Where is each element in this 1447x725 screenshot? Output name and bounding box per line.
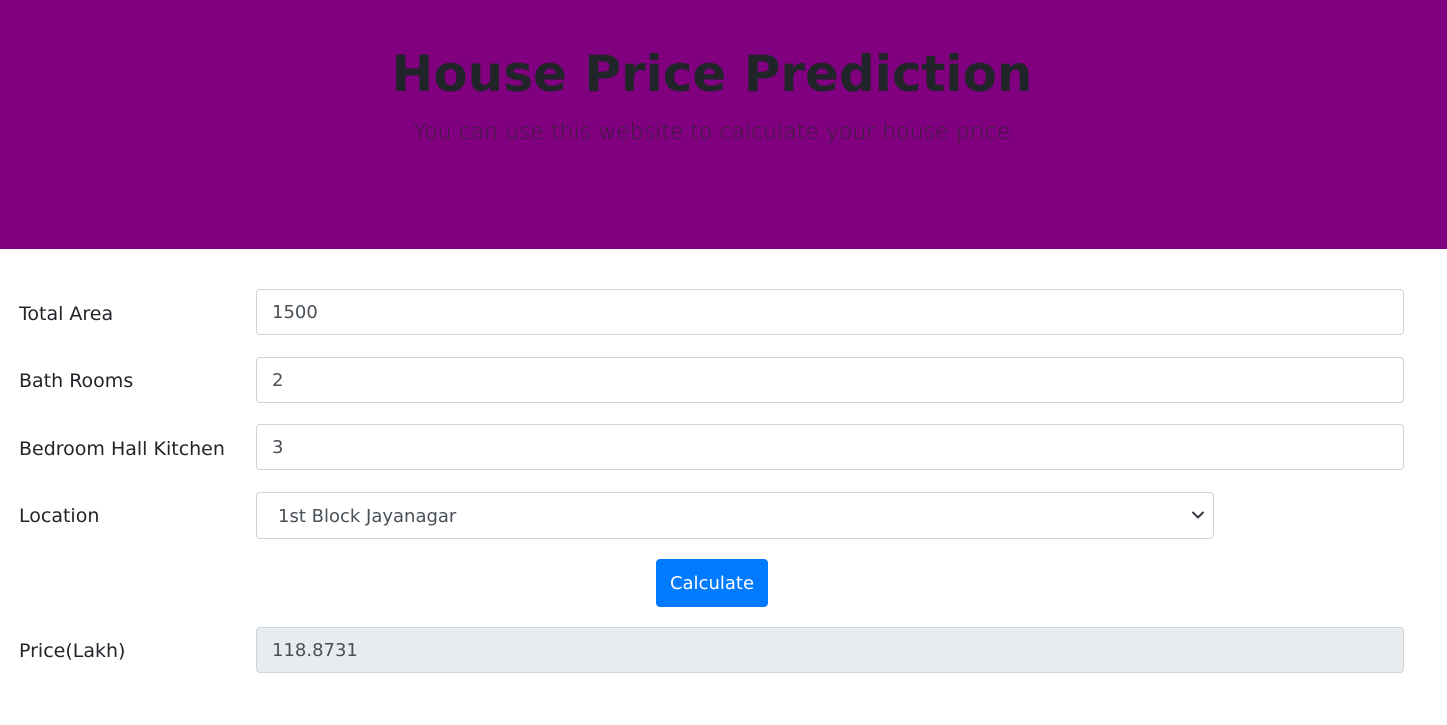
total-area-input[interactable] bbox=[256, 289, 1404, 335]
page-subtitle: You can use this website to calculate yo… bbox=[413, 120, 1011, 145]
bath-rooms-input[interactable] bbox=[256, 357, 1404, 403]
total-area-label: Total Area bbox=[19, 303, 114, 325]
chevron-down-icon bbox=[1192, 511, 1204, 519]
calculate-button[interactable]: Calculate bbox=[656, 559, 768, 607]
bhk-input[interactable] bbox=[256, 424, 1404, 470]
price-label: Price(Lakh) bbox=[19, 640, 126, 662]
page-title: House Price Prediction bbox=[391, 45, 1033, 103]
price-output bbox=[256, 627, 1404, 673]
location-selected-value: 1st Block Jayanagar bbox=[278, 506, 457, 527]
bhk-label: Bedroom Hall Kitchen bbox=[19, 438, 225, 460]
location-label: Location bbox=[19, 505, 100, 527]
location-select[interactable]: 1st Block Jayanagar bbox=[256, 492, 1214, 539]
header-banner: House Price Prediction You can use this … bbox=[0, 0, 1447, 249]
bath-rooms-label: Bath Rooms bbox=[19, 370, 134, 392]
